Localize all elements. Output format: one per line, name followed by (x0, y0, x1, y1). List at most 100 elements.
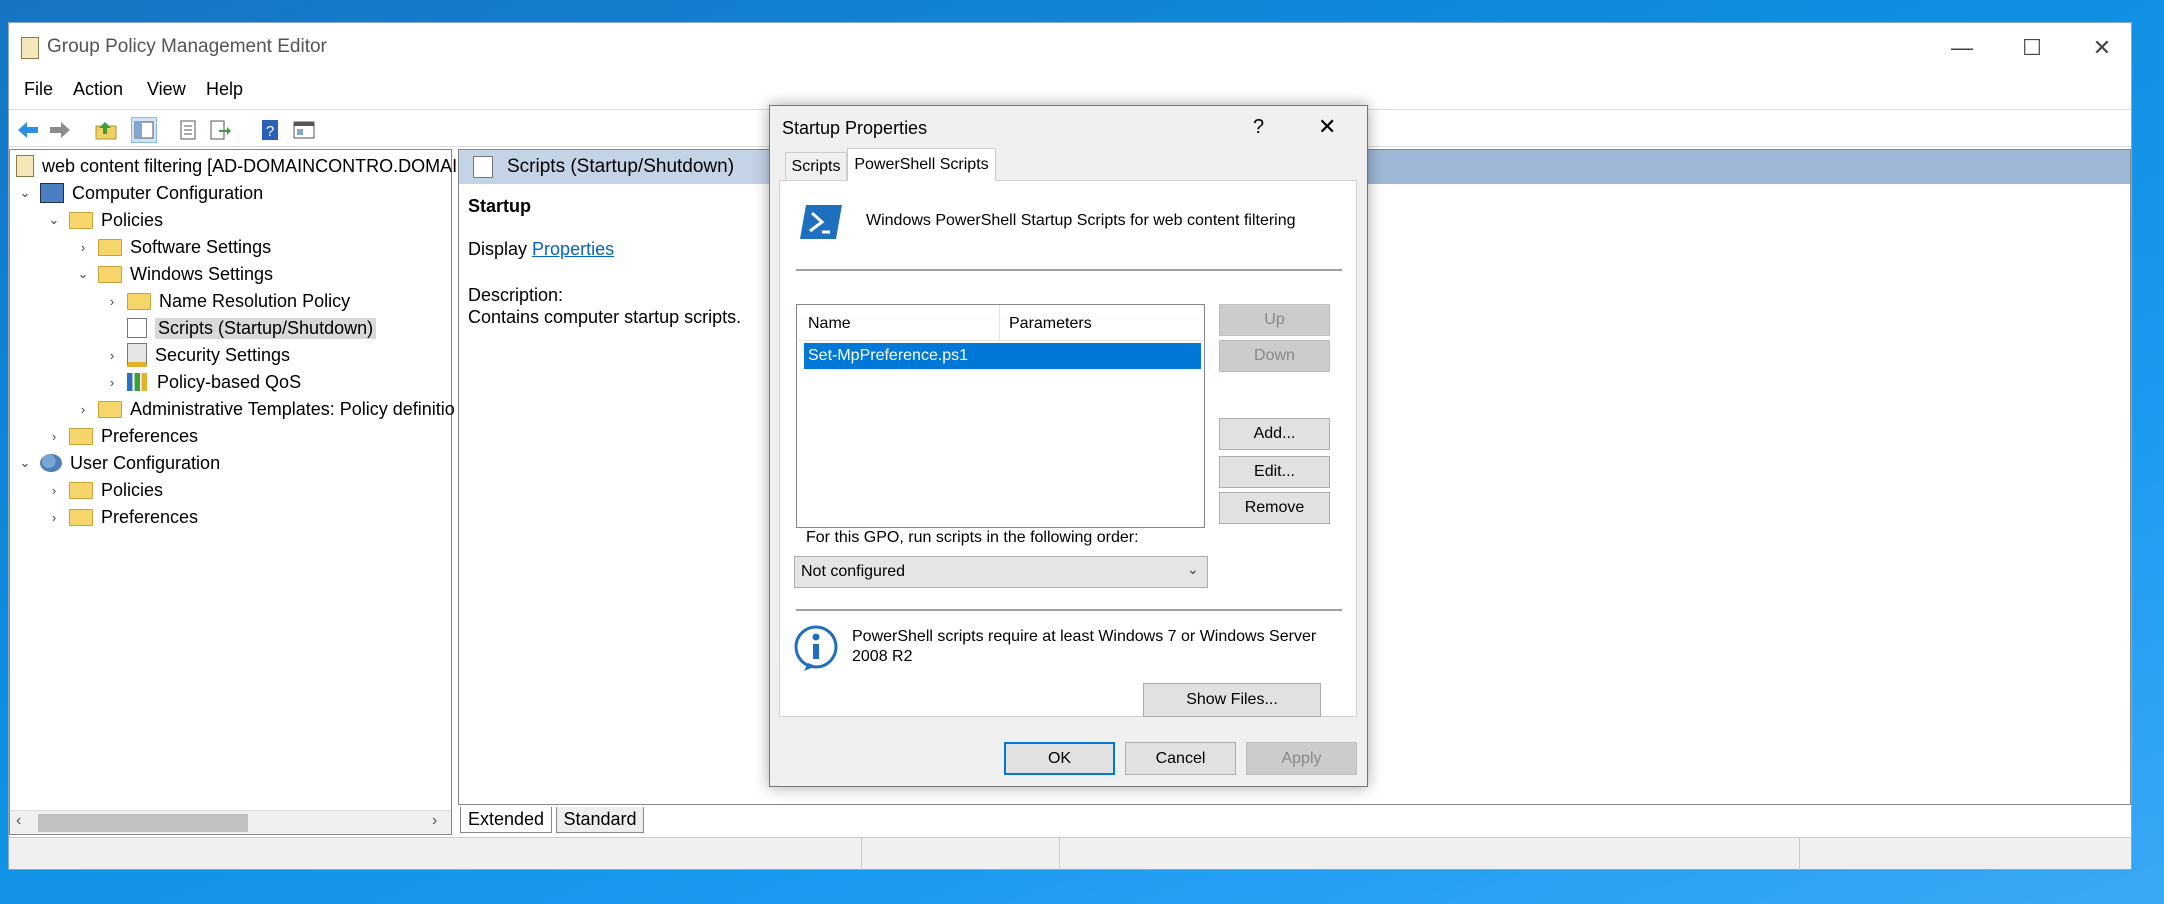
list-item[interactable]: Set-MpPreference.ps1 (804, 343, 1201, 369)
order-select-value: Not configured (801, 563, 906, 580)
chevron-right-icon[interactable]: › (47, 510, 61, 525)
chevron-right-icon[interactable]: › (105, 375, 119, 390)
tree-node-windows-settings[interactable]: ⌄ Windows Settings (76, 261, 274, 287)
console-icon[interactable] (291, 117, 317, 143)
up-button[interactable]: Up (1219, 304, 1330, 336)
export-list-icon[interactable] (207, 117, 233, 143)
menu-file[interactable]: File (24, 79, 53, 100)
close-button[interactable]: ✕ (2067, 23, 2137, 73)
menu-help[interactable]: Help (206, 79, 243, 100)
help-icon[interactable]: ? (257, 117, 283, 143)
scrollbar-thumb[interactable] (38, 814, 248, 832)
tree-node-label: Name Resolution Policy (159, 290, 351, 311)
cancel-button[interactable]: Cancel (1125, 742, 1236, 775)
separator (796, 609, 1342, 611)
chevron-right-icon[interactable]: › (47, 429, 61, 444)
panel-heading: Windows PowerShell Startup Scripts for w… (866, 212, 1296, 229)
tree-node-user-preferences[interactable]: › Preferences (47, 504, 198, 530)
tree-node-scripts[interactable]: Scripts (Startup/Shutdown) (105, 315, 377, 341)
back-arrow-icon[interactable] (15, 117, 41, 143)
menu-bar: File Action View Help (9, 73, 2131, 109)
ok-button[interactable]: OK (1004, 742, 1115, 775)
menu-action[interactable]: Action (73, 79, 123, 100)
chevron-down-icon[interactable]: ⌄ (47, 212, 61, 228)
tab-extended[interactable]: Extended (460, 807, 552, 833)
show-files-button[interactable]: Show Files... (1143, 683, 1321, 717)
tree-node-label: Policies (101, 209, 164, 230)
tab-scripts[interactable]: Scripts (785, 152, 847, 180)
tree-node-computer-configuration[interactable]: ⌄ Computer Configuration (18, 180, 263, 206)
startup-heading: Startup (468, 196, 531, 216)
chevron-down-icon[interactable]: ⌄ (76, 266, 90, 282)
tree-node-user-policies[interactable]: › Policies (47, 477, 163, 503)
tree-horizontal-scrollbar[interactable]: ‹ › (10, 810, 451, 834)
details-header-title: Scripts (Startup/Shutdown) (507, 156, 735, 177)
minimize-button[interactable]: — (1927, 23, 1997, 73)
svg-text:?: ? (266, 123, 274, 140)
folder-icon (69, 481, 93, 499)
status-divider (861, 838, 862, 870)
chevron-right-icon[interactable]: › (105, 348, 119, 363)
gpo-editor-icon (21, 37, 39, 59)
forward-arrow-icon[interactable] (47, 117, 73, 143)
users-icon (40, 454, 62, 472)
scroll-right-icon[interactable]: › (432, 812, 437, 830)
dialog-close-button[interactable]: ✕ (1318, 114, 1336, 140)
up-folder-icon[interactable] (93, 117, 119, 143)
scripts-icon (127, 318, 147, 338)
tree-node-name-resolution-policy[interactable]: › Name Resolution Policy (105, 288, 350, 314)
column-name[interactable]: Name (808, 315, 851, 333)
tree-node-label: Scripts (Startup/Shutdown) (155, 317, 377, 339)
chevron-down-icon[interactable]: ⌄ (18, 185, 32, 201)
powershell-icon (798, 203, 844, 241)
dialog-title: Startup Properties (782, 118, 928, 138)
tree-node-policies[interactable]: ⌄ Policies (47, 207, 163, 233)
tree-node-administrative-templates[interactable]: › Administrative Templates: Policy defin… (76, 396, 455, 422)
remove-button[interactable]: Remove (1219, 492, 1330, 524)
edit-button[interactable]: Edit... (1219, 456, 1330, 488)
menu-view[interactable]: View (147, 79, 186, 100)
folder-icon (69, 211, 93, 229)
tab-powershell-scripts[interactable]: PowerShell Scripts (847, 148, 996, 181)
description-text: Contains computer startup scripts. (468, 307, 742, 327)
details-header: Scripts (Startup/Shutdown) (459, 150, 769, 184)
tree-node-policy-based-qos[interactable]: › Policy-based QoS (105, 369, 301, 395)
dialog-help-button[interactable]: ? (1253, 116, 1264, 139)
display-row: Display Properties (468, 239, 614, 260)
tree-node-label: Software Settings (130, 236, 272, 257)
tree-node-software-settings[interactable]: › Software Settings (76, 234, 271, 260)
down-button[interactable]: Down (1219, 340, 1330, 372)
chevron-right-icon[interactable]: › (76, 402, 90, 417)
chevron-down-icon[interactable]: ⌄ (18, 455, 32, 471)
view-tabs: Extended Standard (458, 807, 2131, 835)
tree-node-preferences[interactable]: › Preferences (47, 423, 198, 449)
properties-link[interactable]: Properties (532, 239, 614, 259)
gpo-icon (16, 155, 34, 177)
startup-properties-dialog: Startup Properties ? ✕ Scripts PowerShel… (769, 105, 1368, 787)
info-icon (794, 625, 842, 673)
script-name: Set-MpPreference.ps1 (808, 347, 969, 364)
tree-node-label: Policies (101, 479, 164, 500)
chevron-right-icon[interactable]: › (76, 240, 90, 255)
order-select[interactable]: Not configured ⌄ (794, 556, 1208, 588)
tree-node-label: User Configuration (70, 452, 221, 473)
maximize-button[interactable]: ☐ (1997, 23, 2067, 73)
tree-root-label: web content filtering [AD-DOMAINCONTRO.D… (42, 155, 458, 176)
column-parameters[interactable]: Parameters (1009, 315, 1092, 333)
show-hide-tree-icon[interactable] (131, 117, 157, 143)
scripts-list[interactable]: Name Parameters Set-MpPreference.ps1 (796, 304, 1205, 528)
tree-node-label: Windows Settings (130, 263, 274, 284)
tree-root[interactable]: web content filtering [AD-DOMAINCONTRO.D… (16, 153, 457, 179)
scripts-icon (473, 156, 493, 178)
tree-node-security-settings[interactable]: › Security Settings (105, 342, 290, 368)
chevron-right-icon[interactable]: › (105, 294, 119, 309)
chart-icon (127, 373, 149, 391)
chevron-right-icon[interactable]: › (47, 483, 61, 498)
add-button[interactable]: Add... (1219, 418, 1330, 450)
scroll-left-icon[interactable]: ‹ (16, 812, 21, 830)
tree-node-user-configuration[interactable]: ⌄ User Configuration (18, 450, 221, 476)
properties-icon[interactable] (175, 117, 201, 143)
column-divider (999, 305, 1000, 341)
tab-standard[interactable]: Standard (556, 807, 644, 833)
apply-button[interactable]: Apply (1246, 742, 1357, 775)
